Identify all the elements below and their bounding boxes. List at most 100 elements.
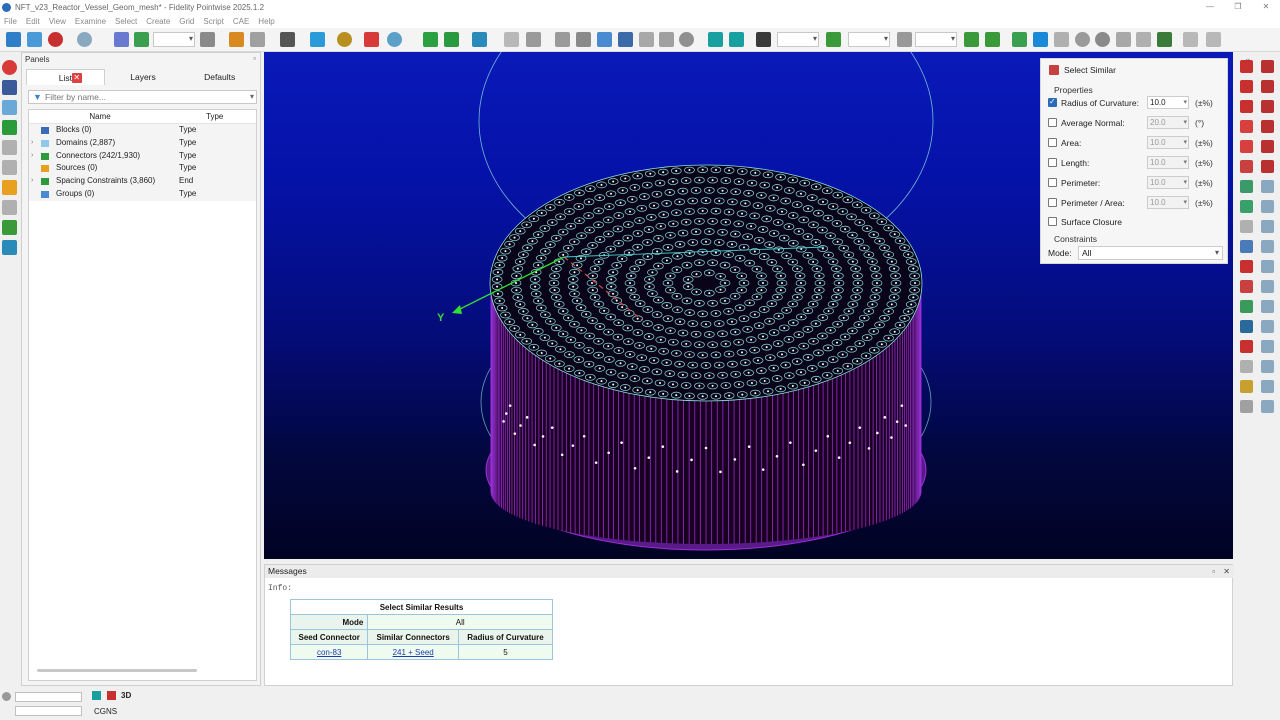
info-icon[interactable]: [1075, 32, 1090, 47]
perimeter-row[interactable]: Perimeter: 10.0 (±%): [1048, 176, 1224, 189]
tab-list[interactable]: List ✕: [26, 69, 105, 85]
examine-icon[interactable]: [679, 32, 694, 47]
point-icon[interactable]: [472, 32, 487, 47]
menu-select[interactable]: Select: [111, 17, 142, 26]
average-normal-checkbox[interactable]: [1048, 118, 1057, 127]
view-tool-icon[interactable]: [1240, 120, 1253, 133]
mode-select[interactable]: All: [1078, 246, 1223, 260]
tree-row[interactable]: › Domains (2,887) Type: [29, 136, 256, 150]
similar-connectors-link[interactable]: 241 + Seed: [393, 648, 434, 657]
menu-help[interactable]: Help: [254, 17, 279, 26]
view-tool-icon[interactable]: [1240, 280, 1253, 293]
area-checkbox[interactable]: [1048, 138, 1057, 147]
domain-create-icon[interactable]: [2, 100, 17, 115]
close-icon[interactable]: ✕: [1223, 567, 1230, 576]
curve-icon[interactable]: [310, 32, 325, 47]
chevron-down-icon[interactable]: ▾: [250, 92, 254, 101]
undo-icon[interactable]: [48, 32, 63, 47]
domain-tool-icon[interactable]: [504, 32, 519, 47]
connector-tool-icon[interactable]: [964, 32, 979, 47]
database-icon[interactable]: [2, 200, 17, 215]
menu-edit[interactable]: Edit: [22, 17, 45, 26]
diamond-icon[interactable]: [280, 32, 295, 47]
area-value[interactable]: 10.0: [1147, 136, 1189, 149]
view-tool-icon[interactable]: [1240, 380, 1253, 393]
area-row[interactable]: Area: 10.0 (±%): [1048, 136, 1224, 149]
view-tool-icon[interactable]: [1240, 180, 1253, 193]
menu-examine[interactable]: Examine: [71, 17, 111, 26]
save-icon[interactable]: [6, 32, 21, 47]
view-tool-icon[interactable]: [1240, 220, 1253, 233]
selection-field[interactable]: [153, 32, 195, 47]
menu-cae[interactable]: CAE: [229, 17, 254, 26]
orient-tool-icon[interactable]: [1261, 280, 1274, 293]
connector-create-icon[interactable]: [2, 120, 17, 135]
project-icon[interactable]: [597, 32, 612, 47]
grid-icon[interactable]: [708, 32, 723, 47]
orient-tool-icon[interactable]: [1261, 360, 1274, 373]
zoom-icon[interactable]: [1136, 32, 1151, 47]
column-name[interactable]: Name: [29, 110, 171, 123]
menu-view[interactable]: View: [45, 17, 71, 26]
orient-tool-icon[interactable]: [1261, 140, 1274, 153]
perimeter-value[interactable]: 10.0: [1147, 176, 1189, 189]
float-icon[interactable]: ▫: [253, 54, 256, 63]
orient-tool-icon[interactable]: [1261, 320, 1274, 333]
redo-icon[interactable]: [77, 32, 92, 47]
length-checkbox[interactable]: [1048, 158, 1057, 167]
surface-closure-row[interactable]: Surface Closure: [1048, 216, 1224, 228]
menu-file[interactable]: File: [0, 17, 22, 26]
menu-script[interactable]: Script: [199, 17, 228, 26]
orient-tool-icon[interactable]: [1261, 220, 1274, 233]
orient-tool-icon[interactable]: [1261, 380, 1274, 393]
average-normal-row[interactable]: Average Normal: 20.0 (°): [1048, 116, 1224, 129]
cube-view-icon[interactable]: [107, 691, 116, 700]
average-normal-value[interactable]: 20.0: [1147, 116, 1189, 129]
arc-icon[interactable]: [444, 32, 459, 47]
snap-icon[interactable]: [134, 32, 149, 47]
radius-of-curvature-value[interactable]: 10.0: [1147, 96, 1189, 109]
color-icon[interactable]: [364, 32, 379, 47]
source-create-icon[interactable]: [2, 180, 17, 195]
view-mode-label[interactable]: 3D: [121, 691, 131, 700]
view-tool-icon[interactable]: [1240, 80, 1253, 93]
expand-icon[interactable]: ›: [31, 175, 33, 188]
orient-tool-icon[interactable]: [1261, 160, 1274, 173]
perimeter-area-checkbox[interactable]: [1048, 198, 1057, 207]
surface-closure-checkbox[interactable]: [1048, 217, 1057, 226]
measure-icon[interactable]: [897, 32, 912, 47]
render-icon[interactable]: [337, 32, 352, 47]
eraser-icon[interactable]: [1054, 32, 1069, 47]
visibility-icon[interactable]: [387, 32, 402, 47]
sigma-icon[interactable]: [1033, 32, 1048, 47]
group-create-icon[interactable]: [2, 240, 17, 255]
open-icon[interactable]: [27, 32, 42, 47]
float-icon[interactable]: ▫: [1212, 567, 1215, 576]
minimize-button[interactable]: —: [1196, 0, 1224, 14]
orient-tool-icon[interactable]: [1261, 300, 1274, 313]
triangle-icon[interactable]: [1157, 32, 1172, 47]
tree-row[interactable]: Blocks (0) Type: [29, 124, 256, 137]
view-tool-icon[interactable]: [1240, 400, 1253, 413]
orient-tool-icon[interactable]: [1261, 200, 1274, 213]
horizontal-scrollbar[interactable]: [37, 669, 197, 672]
orient-tool-icon[interactable]: [1261, 180, 1274, 193]
menu-create[interactable]: Create: [142, 17, 175, 26]
solve-icon[interactable]: [618, 32, 633, 47]
select-tool-icon[interactable]: [2, 60, 17, 75]
orient-tool-icon[interactable]: [1261, 400, 1274, 413]
filter-input[interactable]: [45, 92, 245, 102]
tab-defaults[interactable]: Defaults: [181, 69, 258, 85]
grid-create-icon[interactable]: [2, 140, 17, 155]
view-tool-icon[interactable]: [1240, 60, 1253, 73]
grid-alt-icon[interactable]: [729, 32, 744, 47]
view-tool-icon[interactable]: [1240, 200, 1253, 213]
line-icon[interactable]: [423, 32, 438, 47]
view-tool-icon[interactable]: [1240, 360, 1253, 373]
dimension-icon[interactable]: [756, 32, 771, 47]
orient-tool-icon[interactable]: [1261, 340, 1274, 353]
radius-of-curvature-row[interactable]: Radius of Curvature: 10.0 (±%): [1048, 96, 1224, 109]
connector-split-icon[interactable]: [1012, 32, 1027, 47]
restore-button[interactable]: ❐: [1224, 0, 1252, 14]
grid-view-icon[interactable]: [92, 691, 101, 700]
